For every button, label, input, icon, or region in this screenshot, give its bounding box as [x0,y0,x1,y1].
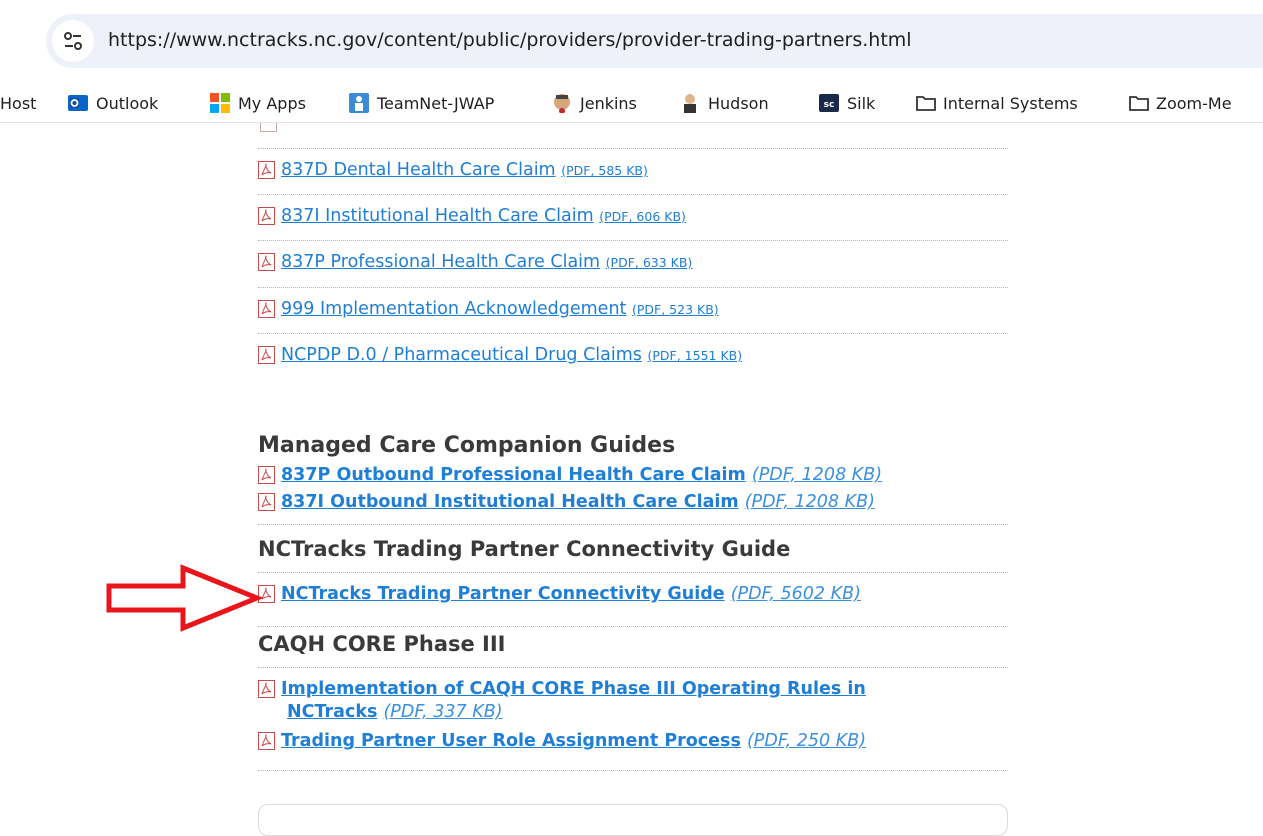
divider [258,667,1008,668]
pdf-icon [258,161,275,179]
list-item[interactable]: 837P Professional Health Care Claim (PDF… [258,252,692,272]
site-info-button[interactable] [52,20,94,62]
teamnet-icon [349,93,369,113]
bookmark-outlook[interactable]: Outlook [68,92,158,114]
guide-link[interactable]: NCPDP D.0 / Pharmaceutical Drug Claims [281,345,642,365]
list-item[interactable]: 837D Dental Health Care Claim (PDF, 585 … [258,160,648,180]
url-text[interactable]: https://www.nctracks.nc.gov/content/publ… [108,29,912,51]
file-meta: (PDF, 633 KB) [605,255,693,270]
pdf-icon [260,123,277,132]
file-meta: (PDF, 1208 KB) [744,492,875,512]
pdf-icon [258,466,275,484]
pdf-icon [258,300,275,318]
jenkins-icon [552,93,572,114]
bookmarks-bar: Host Outlook My Apps TeamNet-JWAP Jenkin… [0,84,1263,123]
pdf-icon [258,732,275,750]
list-item[interactable]: 999 Implementation Acknowledgement (PDF,… [258,299,719,319]
bookmark-label: TeamNet-JWAP [377,93,495,113]
section-heading: CAQH CORE Phase III [258,632,506,656]
tune-icon [64,32,82,50]
file-meta: (PDF, 1551 KB) [647,348,743,363]
divider [258,572,1008,573]
folder-icon [915,93,936,113]
divider [258,148,1008,149]
pdf-icon [258,680,275,698]
outlook-icon [68,93,88,113]
divider [258,626,1008,627]
bookmark-label: Hudson [708,93,769,113]
folder-icon [1128,93,1149,113]
file-meta: (PDF, 606 KB) [599,209,686,224]
list-item[interactable]: Implementation of CAQH CORE Phase III Op… [258,679,866,699]
list-item-continuation[interactable]: NCTracks (PDF, 337 KB) [287,702,503,722]
guide-link[interactable]: 999 Implementation Acknowledgement [281,299,626,319]
divider [258,287,1008,288]
guide-link[interactable]: 837D Dental Health Care Claim [281,160,556,180]
list-item[interactable]: NCTracks Trading Partner Connectivity Gu… [258,584,861,604]
guide-link[interactable]: NCTracks Trading Partner Connectivity Gu… [281,584,725,604]
bookmark-label: Silk [847,93,876,113]
guide-link[interactable]: 837P Outbound Professional Health Care C… [281,465,746,485]
pdf-icon [258,493,275,511]
bookmark-host[interactable]: Host [0,92,36,114]
guide-link[interactable]: Implementation of CAQH CORE Phase III Op… [281,679,866,699]
bookmark-teamnet[interactable]: TeamNet-JWAP [349,92,494,114]
divider [258,524,1008,525]
file-meta: (PDF, 337 KB) [383,702,503,722]
list-item[interactable]: 837I Outbound Institutional Health Care … [258,492,875,512]
bookmark-label: Internal Systems [943,93,1078,113]
divider [258,770,1008,771]
guide-link[interactable]: Trading Partner User Role Assignment Pro… [281,731,741,751]
section-heading: NCTracks Trading Partner Connectivity Gu… [258,537,791,561]
file-meta: (PDF, 585 KB) [561,163,648,178]
file-meta: (PDF, 250 KB) [746,731,867,751]
bottom-panel [258,804,1008,836]
bookmark-my-apps[interactable]: My Apps [210,92,306,114]
file-meta: (PDF, 523 KB) [631,302,719,317]
bookmark-hudson[interactable]: Hudson [680,92,769,114]
list-item[interactable]: NCPDP D.0 / Pharmaceutical Drug Claims (… [258,345,742,365]
svg-text:sc: sc [824,100,835,110]
red-arrow-annotation [106,564,264,632]
pdf-icon [258,253,275,271]
silk-icon: sc [819,93,839,113]
divider [258,333,1008,334]
guide-link[interactable]: 837I Outbound Institutional Health Care … [281,492,739,512]
bookmark-label: Outlook [96,93,159,113]
microsoft-apps-icon [210,93,230,113]
bookmark-label: Jenkins [580,93,637,113]
list-item[interactable]: Trading Partner User Role Assignment Pro… [258,731,866,751]
guide-link[interactable]: NCTracks [287,702,377,722]
guide-link[interactable]: 837P Professional Health Care Claim [281,252,600,272]
section-heading: Managed Care Companion Guides [258,433,676,458]
file-meta: (PDF, 5602 KB) [730,584,861,604]
bookmark-silk[interactable]: sc Silk [819,92,875,114]
bookmark-internal-systems[interactable]: Internal Systems [915,92,1078,114]
file-meta: (PDF, 1208 KB) [751,465,883,485]
hudson-icon [680,93,700,113]
bookmark-label: Host [0,93,37,113]
divider [258,240,1008,241]
bookmark-label: Zoom-Me [1156,93,1232,113]
list-item[interactable]: 837P Outbound Professional Health Care C… [258,465,882,485]
bookmark-zoom-me[interactable]: Zoom-Me [1128,92,1232,114]
divider [258,194,1008,195]
bookmark-jenkins[interactable]: Jenkins [552,92,637,114]
guide-link[interactable]: 837I Institutional Health Care Claim [281,206,594,226]
pdf-icon [258,207,275,225]
address-bar[interactable]: https://www.nctracks.nc.gov/content/publ… [46,14,1263,68]
bookmark-label: My Apps [238,93,306,113]
pdf-icon [258,346,275,364]
list-item[interactable]: 837I Institutional Health Care Claim (PD… [258,206,686,226]
